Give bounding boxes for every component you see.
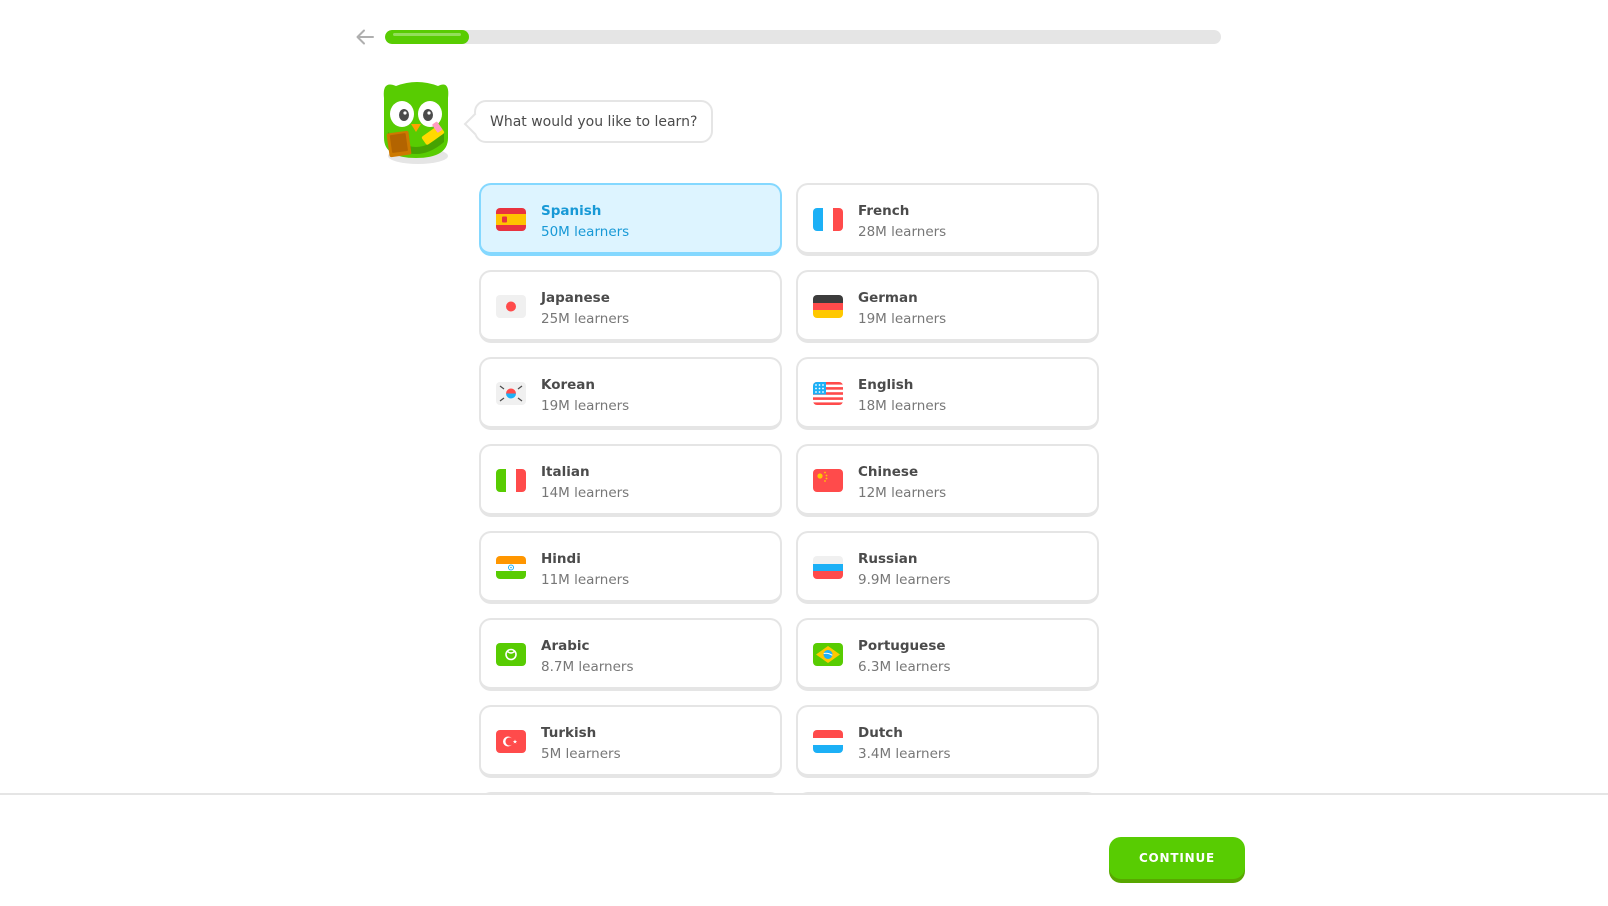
back-button[interactable] — [352, 24, 378, 50]
language-card-text: Turkish 5M learners — [541, 723, 621, 765]
language-card-dutch[interactable]: Dutch 3.4M learners — [796, 705, 1099, 778]
learner-count: 14M learners — [541, 485, 630, 501]
language-name: Chinese — [858, 464, 919, 480]
arrow-left-icon — [356, 29, 374, 45]
india-flag-icon — [496, 556, 526, 579]
learner-count: 25M learners — [541, 311, 630, 327]
language-name: Russian — [858, 551, 918, 567]
owl-mascot-icon — [378, 76, 456, 166]
language-card-chinese[interactable]: Chinese 12M learners — [796, 444, 1099, 517]
language-card-text: Hindi 11M learners — [541, 549, 629, 591]
language-name: Turkish — [541, 725, 597, 741]
learner-count: 19M learners — [858, 311, 947, 327]
footer: CONTINUE — [0, 793, 1608, 906]
language-card-text: Russian 9.9M learners — [858, 549, 951, 591]
language-card-hindi[interactable]: Hindi 11M learners — [479, 531, 782, 604]
language-card-russian[interactable]: Russian 9.9M learners — [796, 531, 1099, 604]
learner-count: 11M learners — [541, 572, 630, 588]
language-card-french[interactable]: French 28M learners — [796, 183, 1099, 256]
language-card-text: French 28M learners — [858, 201, 946, 243]
language-card-english[interactable]: English 18M learners — [796, 357, 1099, 430]
learner-count: 8.7M learners — [541, 659, 634, 675]
arabic-flag-icon — [496, 643, 526, 666]
language-name: Italian — [541, 464, 590, 480]
language-card-text: Chinese 12M learners — [858, 462, 946, 504]
language-card-arabic[interactable]: Arabic 8.7M learners — [479, 618, 782, 691]
language-name: Spanish — [541, 203, 602, 219]
learner-count: 50M learners — [541, 224, 630, 240]
learner-count: 3.4M learners — [858, 746, 951, 762]
language-name: Arabic — [541, 638, 590, 654]
turkey-flag-icon — [496, 730, 526, 753]
language-name: English — [858, 377, 914, 393]
learner-count: 9.9M learners — [858, 572, 951, 588]
speech-bubble: What would you like to learn? — [474, 100, 714, 143]
language-card-text: Portuguese 6.3M learners — [858, 636, 951, 678]
language-card-text: Italian 14M learners — [541, 462, 629, 504]
progress-bar — [385, 30, 1221, 44]
language-card-text: Japanese 25M learners — [541, 288, 629, 330]
language-name: German — [858, 290, 918, 306]
top-bar — [0, 0, 1608, 70]
brazil-flag-icon — [813, 643, 843, 666]
language-card-text: German 19M learners — [858, 288, 946, 330]
learner-count: 6.3M learners — [858, 659, 951, 675]
language-card-text: Dutch 3.4M learners — [858, 723, 951, 765]
prompt-text: What would you like to learn? — [490, 113, 698, 130]
learner-count: 5M learners — [541, 746, 621, 762]
learner-count: 28M learners — [858, 224, 947, 240]
language-card-portuguese[interactable]: Portuguese 6.3M learners — [796, 618, 1099, 691]
language-card-korean[interactable]: Korean 19M learners — [479, 357, 782, 430]
continue-button[interactable]: CONTINUE — [1109, 837, 1245, 879]
language-card-turkish[interactable]: Turkish 5M learners — [479, 705, 782, 778]
language-card-text: Korean 19M learners — [541, 375, 629, 417]
learner-count: 18M learners — [858, 398, 947, 414]
china-flag-icon — [813, 469, 843, 492]
italy-flag-icon — [496, 469, 526, 492]
usa-flag-icon — [813, 382, 843, 405]
language-name: Japanese — [541, 290, 610, 306]
netherlands-flag-icon — [813, 730, 843, 753]
learner-count: 12M learners — [858, 485, 947, 501]
language-card-japanese[interactable]: Japanese 25M learners — [479, 270, 782, 343]
language-name: Hindi — [541, 551, 581, 567]
language-name: Korean — [541, 377, 596, 393]
language-name: Dutch — [858, 725, 903, 741]
language-card-text: Arabic 8.7M learners — [541, 636, 634, 678]
language-name: French — [858, 203, 910, 219]
korea-flag-icon — [496, 382, 526, 405]
language-card-text: Spanish 50M learners — [541, 201, 629, 243]
germany-flag-icon — [813, 295, 843, 318]
japan-flag-icon — [496, 295, 526, 318]
language-grid: Spanish 50M learners French 28M learners Jap… — [479, 183, 1099, 795]
language-card-italian[interactable]: Italian 14M learners — [479, 444, 782, 517]
france-flag-icon — [813, 208, 843, 231]
language-card-spanish[interactable]: Spanish 50M learners — [479, 183, 782, 256]
language-card-german[interactable]: German 19M learners — [796, 270, 1099, 343]
language-name: Portuguese — [858, 638, 946, 654]
progress-fill — [385, 30, 469, 44]
learner-count: 19M learners — [541, 398, 630, 414]
spain-flag-icon — [496, 208, 526, 231]
language-card-text: English 18M learners — [858, 375, 946, 417]
russia-flag-icon — [813, 556, 843, 579]
